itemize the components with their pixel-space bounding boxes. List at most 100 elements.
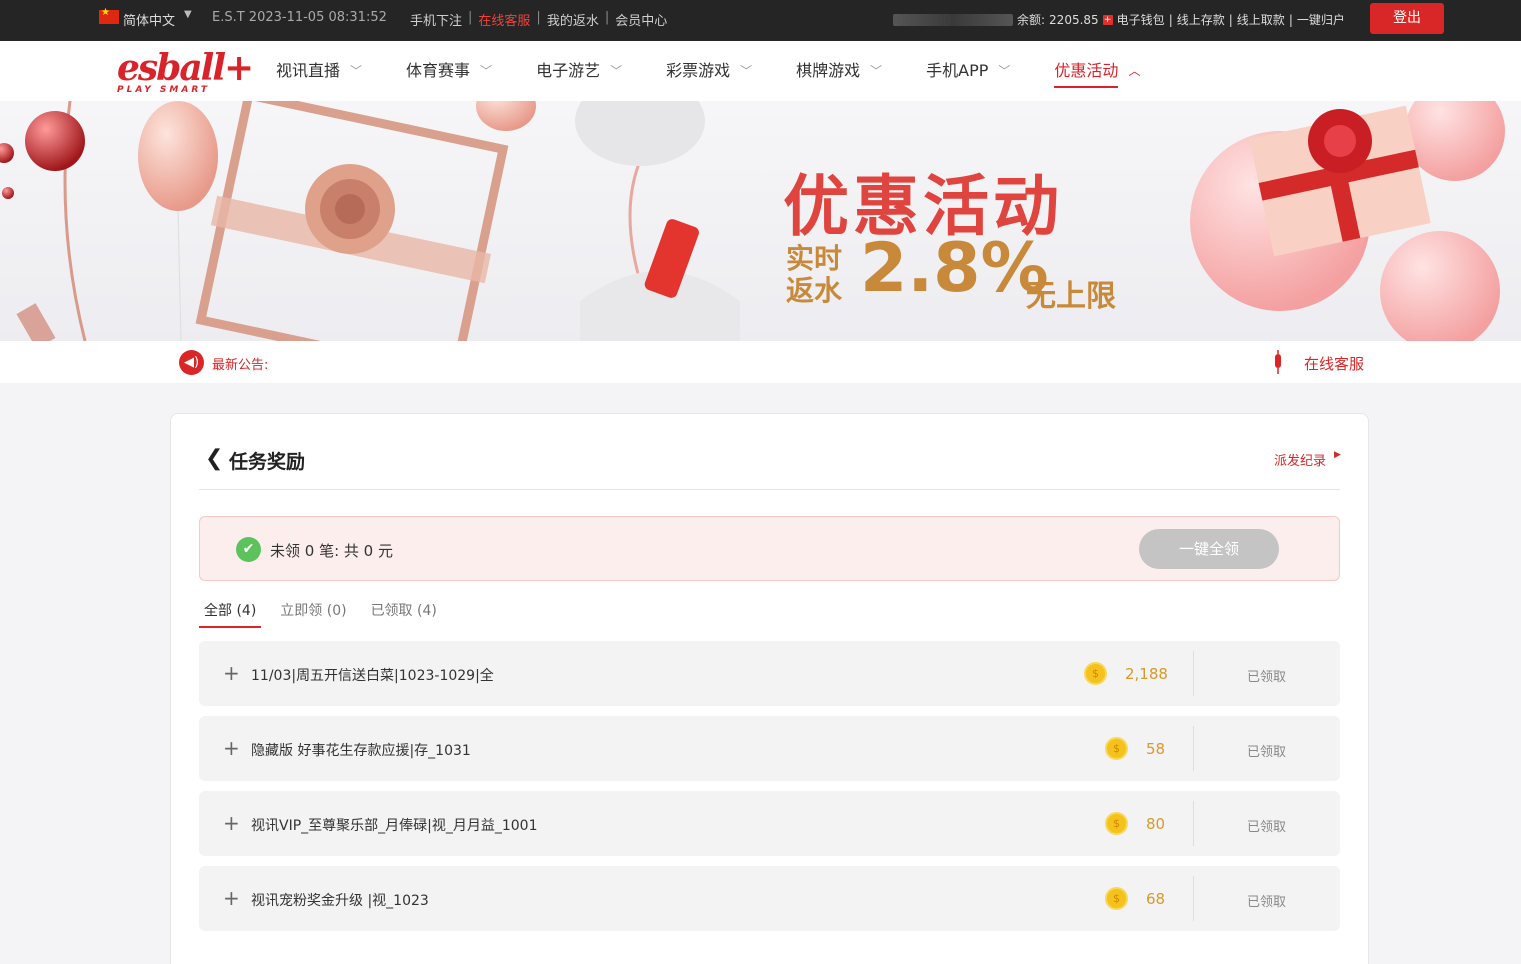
top-links: 手机下注 | 在线客服 | 我的返水 | 会员中心 [410, 10, 667, 29]
notice-bar: ◀) 最新公告: 在线客服 [0, 341, 1521, 383]
logout-button[interactable]: 登出 [1370, 3, 1444, 34]
refresh-balance-icon[interactable]: + [1102, 14, 1113, 25]
list-item[interactable]: + 隐藏版 好事花生存款应援|存_1031 $ 58 已领取 [199, 716, 1340, 781]
chevron-down-icon: ﹀ [998, 64, 1011, 78]
main-nav: esball+ PLAY SMART 视讯直播 ﹀ 体育赛事 ﹀ 电子游艺 ﹀ 彩票游… [0, 41, 1521, 101]
banner-nolimit: 无上限 [1026, 279, 1116, 314]
nav-item-mobile-app[interactable]: 手机APP ﹀ [926, 41, 1010, 101]
clock: E.S.T 2023-11-05 08:31:52 [212, 10, 387, 25]
nav-label: 手机APP [926, 61, 989, 80]
banner-sub-line2: 返水 [786, 274, 843, 307]
claim-all-button[interactable]: 一键全领 [1139, 529, 1279, 569]
tab-all[interactable]: 全部 (4) [199, 600, 262, 628]
chevron-down-icon: ﹀ [350, 64, 363, 78]
nav-label: 优惠活动 [1054, 61, 1119, 80]
nav-label: 电子游艺 [536, 61, 601, 80]
divider [1193, 801, 1194, 846]
distribution-history-link[interactable]: 派发纪录 [1274, 450, 1326, 469]
nav-label: 视讯直播 [276, 61, 341, 80]
deposit-link[interactable]: 线上存款 [1177, 11, 1225, 28]
check-circle-icon: ✔ [236, 537, 261, 562]
list-item[interactable]: + 11/03|周五开信送白菜|1023-1029|全 $ 2,188 已领取 [199, 641, 1340, 706]
logo-wordmark: esball+ [117, 47, 254, 89]
nav-items: 视讯直播 ﹀ 体育赛事 ﹀ 电子游艺 ﹀ 彩票游戏 ﹀ 棋牌游戏 ﹀ 手机APP ﹀ 优惠活… [276, 41, 1184, 101]
coin-icon: $ [1105, 887, 1128, 910]
reward-amount: 68 [1146, 890, 1166, 908]
chevron-down-icon: ﹀ [480, 64, 493, 78]
task-name: 隐藏版 好事花生存款应援|存_1031 [251, 743, 471, 759]
one-click-collect-link[interactable]: 一键归户 [1297, 11, 1345, 28]
task-reward-card: ❮ 任务奖励 派发纪录 ▶ ✔ 未领 0 笔: 共 0 元 一键全领 全部 (4… [170, 413, 1369, 964]
service-icon[interactable] [1273, 350, 1283, 374]
task-name: 视讯宠粉奖金升级 |视_1023 [251, 893, 429, 909]
withdraw-link[interactable]: 线上取款 [1237, 11, 1285, 28]
nav-label: 体育赛事 [406, 61, 471, 80]
separator: | [468, 10, 473, 25]
divider [1193, 651, 1194, 696]
list-item[interactable]: + 视讯VIP_至尊聚乐部_月俸碌|视_月月益_1001 $ 80 已领取 [199, 791, 1340, 856]
summary-box: ✔ 未领 0 笔: 共 0 元 一键全领 [199, 516, 1340, 581]
status-label: 已领取 [1247, 745, 1287, 760]
summary-text: 未领 0 笔: 共 0 元 [270, 542, 393, 560]
speaker-icon: ◀) [179, 350, 204, 375]
banner-sub-line1: 实时 [786, 242, 843, 275]
divider [199, 489, 1340, 490]
coin-icon: $ [1105, 812, 1128, 835]
logo-tagline: PLAY SMART [117, 85, 210, 95]
expand-plus-icon[interactable]: + [223, 661, 240, 685]
caret-down-icon[interactable]: ▼ [184, 9, 192, 20]
nav-label: 彩票游戏 [666, 61, 731, 80]
notice-label: 最新公告: [212, 358, 269, 373]
coin-icon: $ [1105, 737, 1128, 760]
reward-amount: 2,188 [1125, 665, 1168, 683]
filter-tabs: 全部 (4) 立即领 (0) 已领取 (4) [199, 600, 456, 628]
chevron-up-icon: ︿ [1128, 64, 1141, 78]
expand-plus-icon[interactable]: + [223, 811, 240, 835]
tab-claimed[interactable]: 已领取 (4) [366, 600, 442, 628]
expand-plus-icon[interactable]: + [223, 736, 240, 760]
coin-icon: $ [1084, 662, 1107, 685]
balance-label: 余额: [1017, 13, 1046, 27]
logo[interactable]: esball+ PLAY SMART [117, 47, 254, 97]
mobile-bet-link[interactable]: 手机下注 [410, 10, 462, 29]
e-wallet-link[interactable]: 电子钱包 [1117, 11, 1165, 28]
list-item[interactable]: + 视讯宠粉奖金升级 |视_1023 $ 68 已领取 [199, 866, 1340, 931]
separator: | [536, 10, 541, 25]
separator: | [604, 10, 610, 25]
nav-item-lottery[interactable]: 彩票游戏 ﹀ [666, 41, 752, 101]
online-service-button[interactable]: 在线客服 [1304, 353, 1364, 374]
online-service-link[interactable]: 在线客服 [478, 10, 530, 29]
chevron-down-icon: ﹀ [740, 64, 753, 78]
nav-item-live[interactable]: 视讯直播 ﹀ [276, 41, 362, 101]
nav-item-cards[interactable]: 棋牌游戏 ﹀ [796, 41, 882, 101]
status-label: 已领取 [1247, 670, 1287, 685]
back-arrow-icon[interactable]: ❮ [205, 446, 223, 471]
separator: | [1288, 12, 1293, 27]
member-center-link[interactable]: 会员中心 [615, 10, 667, 29]
my-rebate-link[interactable]: 我的返水 [547, 10, 599, 29]
account-info: 余额: 2205.85 + 电子钱包 | 线上存款 | 线上取款 | 一键归户 [893, 11, 1345, 28]
nav-label: 棋牌游戏 [796, 61, 861, 80]
status-label: 已领取 [1247, 820, 1287, 835]
language-selector[interactable]: 简体中文 [123, 10, 175, 29]
separator: | [1228, 12, 1233, 27]
nav-item-sports[interactable]: 体育赛事 ﹀ [406, 41, 492, 101]
banner-percent: 2.8% [860, 229, 1049, 308]
balance-value: 2205.85 [1049, 12, 1099, 27]
expand-plus-icon[interactable]: + [223, 886, 240, 910]
promo-banner: 优惠活动 实时 返水 2.8% 无上限 [0, 101, 1521, 341]
reward-amount: 80 [1146, 815, 1166, 833]
page-title: 任务奖励 [229, 451, 306, 473]
divider [1193, 876, 1194, 921]
china-flag-icon[interactable] [99, 7, 119, 24]
nav-item-slots[interactable]: 电子游艺 ﹀ [536, 41, 622, 101]
task-name: 视讯VIP_至尊聚乐部_月俸碌|视_月月益_1001 [251, 818, 538, 834]
chevron-down-icon: ﹀ [610, 64, 623, 78]
reward-amount: 58 [1146, 740, 1166, 758]
triangle-right-icon[interactable]: ▶ [1334, 450, 1341, 460]
chevron-down-icon: ﹀ [870, 64, 883, 78]
nav-item-promotions[interactable]: 优惠活动 ︿ [1054, 41, 1140, 101]
tab-claimable[interactable]: 立即领 (0) [275, 600, 351, 628]
account-name-redacted [893, 13, 1013, 26]
separator: | [1168, 12, 1173, 27]
